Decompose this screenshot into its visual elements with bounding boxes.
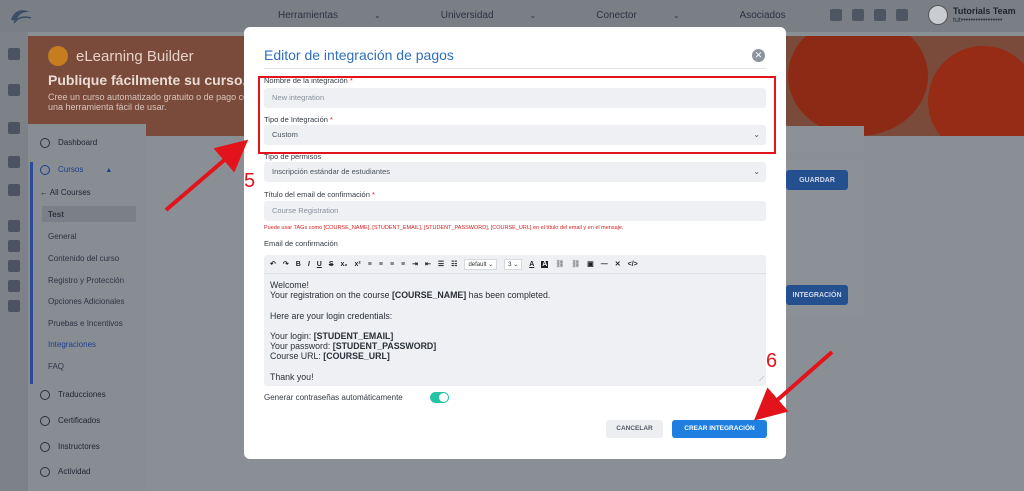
step-number-6: 6 — [766, 350, 778, 372]
annotation-arrows — [164, 139, 834, 421]
arrow-step5 — [164, 139, 249, 212]
step-number-5: 5 — [244, 170, 256, 192]
